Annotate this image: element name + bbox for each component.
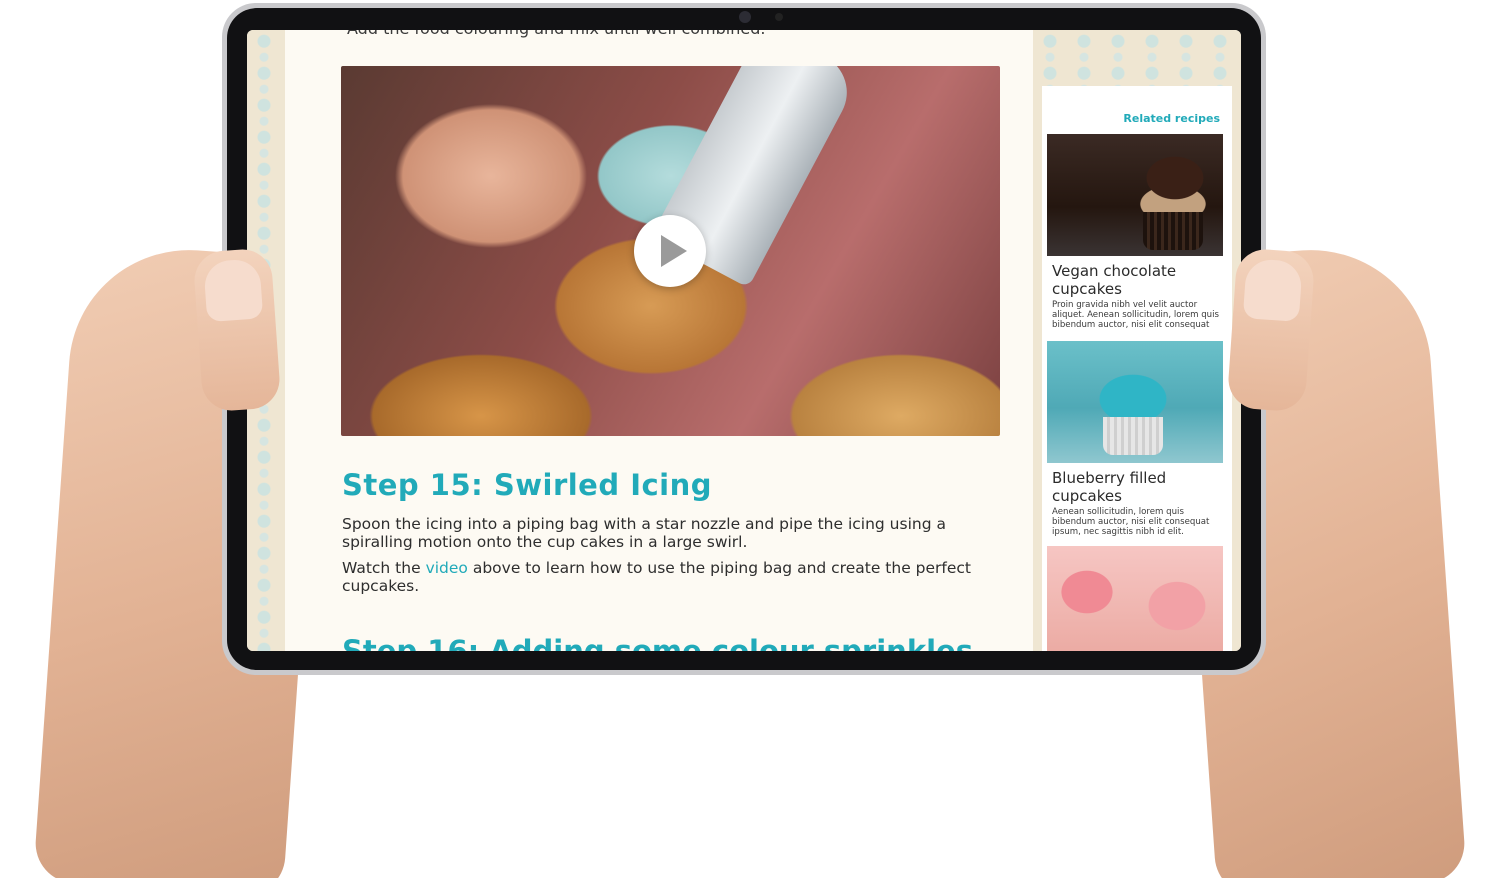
related-recipes-sidebar: Related recipes Vegan chocolate cupcakes… bbox=[1042, 86, 1232, 651]
recipe-card-image-chocolate[interactable] bbox=[1047, 134, 1223, 256]
play-icon bbox=[661, 235, 687, 267]
cupcake-liner-illustration bbox=[1103, 417, 1163, 455]
thumbnail-nail bbox=[1242, 258, 1303, 322]
cupcake-liner-illustration bbox=[1143, 212, 1203, 250]
video-player[interactable] bbox=[341, 66, 1000, 436]
recipe-card-description: Proin gravida nibh vel velit auctor aliq… bbox=[1052, 300, 1219, 330]
recipe-card-image-pink[interactable] bbox=[1047, 546, 1223, 651]
video-link[interactable]: video bbox=[426, 559, 468, 577]
sensor-icon bbox=[775, 13, 783, 21]
right-thumb bbox=[1226, 247, 1316, 413]
play-button[interactable] bbox=[634, 215, 706, 287]
previous-step-text: Add the food colouring and mix until wel… bbox=[347, 30, 765, 38]
recipe-article[interactable]: Add the food colouring and mix until wel… bbox=[285, 30, 1033, 651]
recipe-card-description: Aenean sollicitudin, lorem quis bibendum… bbox=[1052, 507, 1210, 537]
recipe-card-title[interactable]: Vegan chocolate cupcakes bbox=[1052, 262, 1227, 298]
step-15-title: Step 15: Swirled Icing bbox=[342, 468, 713, 502]
thumbnail-nail bbox=[203, 258, 264, 323]
front-camera-icon bbox=[739, 11, 751, 23]
step-15-paragraph-2: Watch the video above to learn how to us… bbox=[342, 559, 992, 595]
recipe-card-title[interactable]: Blueberry filled cupcakes bbox=[1052, 469, 1227, 505]
recipe-card-image-blueberry[interactable] bbox=[1047, 341, 1223, 463]
step-16-title: Step 16: Adding some colour sprinkles bbox=[342, 634, 973, 651]
left-thumb bbox=[192, 247, 282, 413]
tablet-screen[interactable]: Add the food colouring and mix until wel… bbox=[247, 30, 1241, 651]
related-recipes-heading: Related recipes bbox=[1123, 112, 1220, 125]
step-15-paragraph-1: Spoon the icing into a piping bag with a… bbox=[342, 515, 946, 551]
paragraph-text-before-link: Watch the bbox=[342, 559, 426, 577]
